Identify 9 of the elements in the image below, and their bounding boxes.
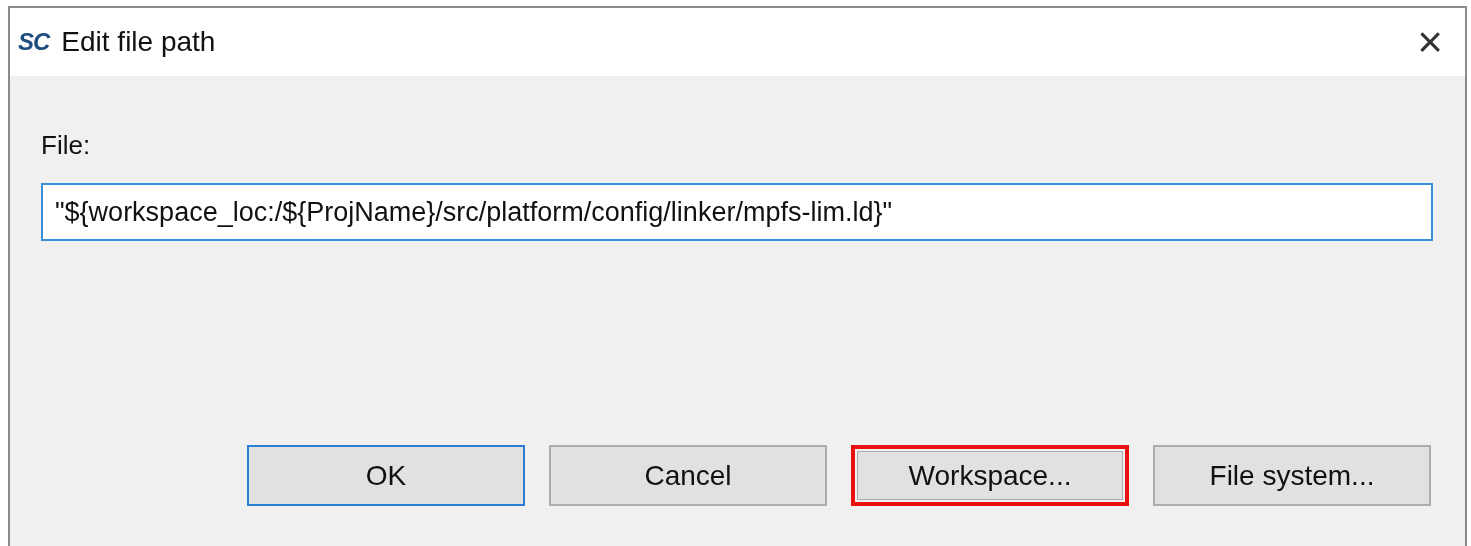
field-label: File: — [41, 129, 92, 162]
dialog-button[interactable]: Workspace... — [851, 445, 1129, 506]
dialog-button[interactable]: File system... — [1153, 445, 1431, 506]
dialog-button[interactable]: Cancel — [549, 445, 827, 506]
file-path-field[interactable]: "${workspace_loc:/${ProjName}/src/platform/config/linker/mpfs-lim.ld}" — [41, 183, 1433, 241]
close-button[interactable]: × — [1409, 20, 1451, 64]
window-title: Edit file path — [61, 25, 216, 59]
dialog-button[interactable]: OK — [247, 445, 525, 506]
app-logo-icon: SC — [18, 24, 50, 60]
